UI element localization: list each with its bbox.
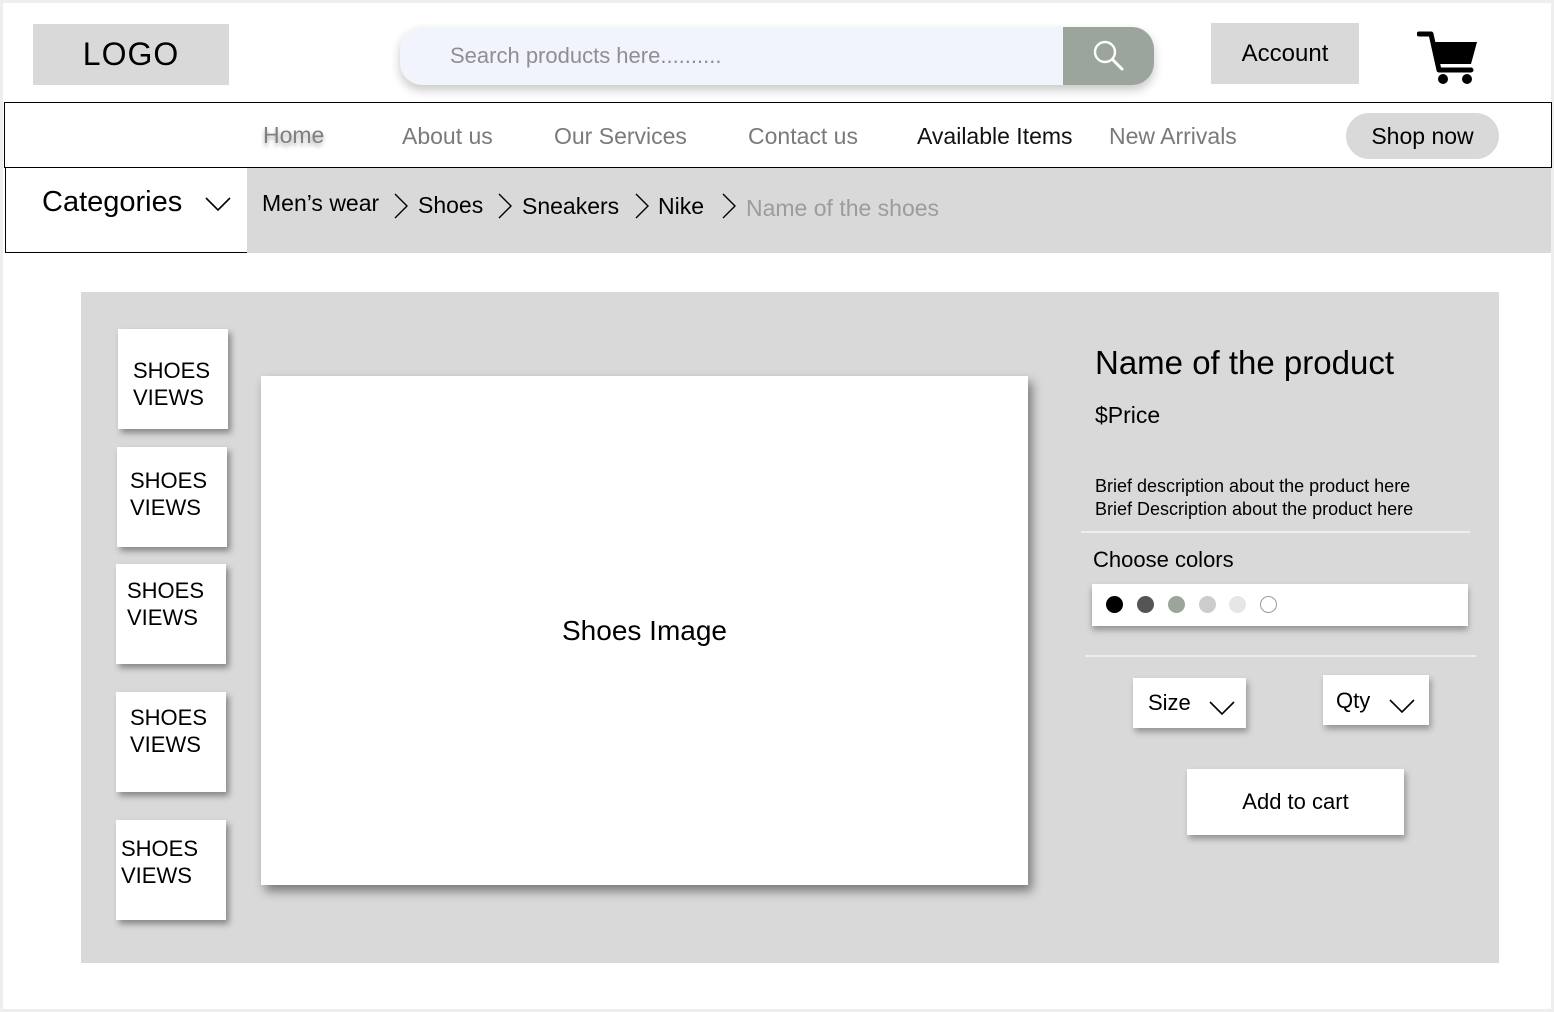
breadcrumb-item[interactable]: Nike xyxy=(658,193,704,220)
color-swatch[interactable] xyxy=(1260,596,1277,613)
add-to-cart-button[interactable]: Add to cart xyxy=(1187,769,1404,835)
search-button[interactable] xyxy=(1063,27,1154,85)
product-panel: SHOES VIEWS SHOES VIEWS SHOES VIEWS SHOE… xyxy=(81,292,1499,963)
product-description: Brief description about the product here… xyxy=(1095,475,1413,521)
breadcrumb-current: Name of the shoes xyxy=(746,195,940,221)
thumbnail-label: VIEWS xyxy=(133,385,204,410)
size-select[interactable]: Size xyxy=(1133,678,1246,728)
description-line: Brief Description about the product here xyxy=(1095,499,1414,519)
nav-new-arrivals[interactable]: New Arrivals xyxy=(1109,123,1237,150)
nav-available-items[interactable]: Available Items xyxy=(917,123,1073,150)
thumbnail[interactable]: SHOES VIEWS xyxy=(116,820,226,920)
chevron-right-icon xyxy=(394,193,408,219)
shopping-cart-icon xyxy=(1416,31,1477,84)
search-input[interactable] xyxy=(400,27,1062,85)
search-bar xyxy=(400,27,1154,85)
divider xyxy=(1085,655,1476,657)
cart-button[interactable] xyxy=(1416,30,1481,86)
color-swatch[interactable] xyxy=(1106,596,1123,613)
product-price: $Price xyxy=(1095,402,1161,428)
divider xyxy=(1081,531,1470,533)
breadcrumb: Men’s wear Shoes Sneakers Nike Name of t… xyxy=(247,168,1551,253)
breadcrumb-item[interactable]: Sneakers xyxy=(522,193,619,220)
chevron-down-icon xyxy=(1209,701,1235,716)
thumbnail-label: SHOES xyxy=(130,705,208,730)
choose-colors-label: Choose colors xyxy=(1093,547,1234,572)
logo[interactable]: LOGO xyxy=(33,24,229,85)
main-nav: Home About us Our Services Contact us Av… xyxy=(4,102,1552,168)
nav-about-us[interactable]: About us xyxy=(402,123,493,150)
description-line: Brief description about the product here xyxy=(1095,476,1411,496)
categories-label: Categories xyxy=(42,186,183,218)
breadcrumb-item[interactable]: Men’s wear xyxy=(262,190,379,217)
account-button[interactable]: Account xyxy=(1211,23,1359,84)
breadcrumb-item[interactable]: Shoes xyxy=(418,192,483,219)
thumbnail[interactable]: SHOES VIEWS xyxy=(118,329,228,429)
thumbnail-label: SHOES xyxy=(121,836,199,861)
nav-our-services[interactable]: Our Services xyxy=(554,123,687,150)
color-swatch[interactable] xyxy=(1229,596,1246,613)
main-product-image: Shoes Image xyxy=(261,376,1028,885)
thumbnail-label: VIEWS xyxy=(130,495,201,520)
color-swatch[interactable] xyxy=(1137,596,1154,613)
nav-home[interactable]: Home xyxy=(263,122,324,149)
thumbnail-label: VIEWS xyxy=(121,863,192,888)
chevron-down-icon xyxy=(205,197,231,212)
chevron-down-icon xyxy=(1389,699,1415,714)
thumbnail[interactable]: SHOES VIEWS xyxy=(117,447,227,547)
thumbnail-label: SHOES xyxy=(130,468,208,493)
thumbnail-label: SHOES xyxy=(133,358,211,383)
nav-contact-us[interactable]: Contact us xyxy=(748,123,858,150)
size-label: Size xyxy=(1148,690,1191,715)
thumbnail[interactable]: SHOES VIEWS xyxy=(116,692,226,792)
main-image-label: Shoes Image xyxy=(562,614,727,646)
thumbnail-label: VIEWS xyxy=(130,732,201,757)
product-name: Name of the product xyxy=(1095,344,1394,381)
thumbnail-label: SHOES xyxy=(127,578,205,603)
categories-dropdown[interactable]: Categories xyxy=(5,168,247,253)
shop-now-button[interactable]: Shop now xyxy=(1346,113,1499,159)
thumbnail-label: VIEWS xyxy=(127,605,198,630)
qty-label: Qty xyxy=(1336,688,1371,713)
chevron-right-icon xyxy=(498,193,512,219)
color-swatches xyxy=(1092,584,1468,626)
color-swatch[interactable] xyxy=(1199,596,1216,613)
qty-select[interactable]: Qty xyxy=(1323,675,1429,725)
chevron-right-icon xyxy=(722,193,736,219)
search-icon xyxy=(1093,40,1123,71)
color-swatch[interactable] xyxy=(1168,596,1185,613)
thumbnail[interactable]: SHOES VIEWS xyxy=(116,564,226,664)
chevron-right-icon xyxy=(635,193,649,219)
